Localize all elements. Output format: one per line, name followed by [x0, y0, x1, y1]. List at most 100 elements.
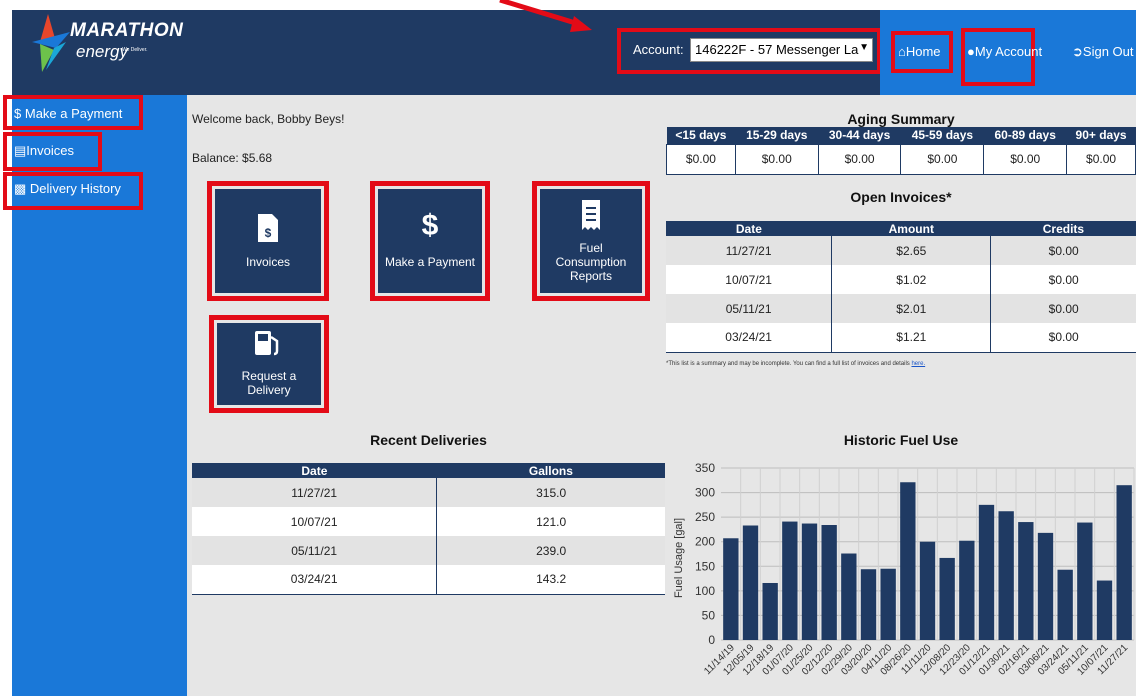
- chart-bar: [821, 525, 837, 640]
- aging-summary-title: Aging Summary: [847, 111, 955, 127]
- sidebar-item-delivery-history[interactable]: ▩ Delivery History: [14, 181, 121, 197]
- marathon-energy-logo[interactable]: MARATHON energy We Deliver.: [20, 12, 183, 74]
- tile-label: Make a Payment: [384, 255, 476, 269]
- aging-value: $0.00: [900, 143, 985, 175]
- sidebar-item-label: Make a Payment: [24, 106, 123, 121]
- dollar-icon: $: [14, 106, 22, 121]
- account-select-value: 146222F - 57 Messenger La: [695, 42, 859, 57]
- chart-y-tick-label: 150: [695, 559, 715, 573]
- tile-label-line2: Consumption: [555, 255, 627, 269]
- tile-label-line1: Request a: [241, 369, 297, 383]
- tile-fuel-consumption-reports[interactable]: Fuel Consumption Reports: [540, 189, 642, 293]
- chart-bar: [1116, 485, 1132, 640]
- invoices-footnote: *This list is a summary and may be incom…: [666, 361, 925, 367]
- open-invoices-title: Open Invoices*: [850, 189, 952, 205]
- chart-bar: [1096, 580, 1113, 640]
- sidebar-item-make-payment[interactable]: $ Make a Payment: [14, 106, 122, 121]
- chevron-down-icon: ▼: [859, 42, 869, 53]
- table-row[interactable]: 03/24/21 $1.21 $0.00: [666, 323, 1136, 352]
- nav-home-link[interactable]: ⌂Home: [898, 44, 941, 59]
- chart-bar: [959, 540, 975, 640]
- deliveries-header-row: Date Gallons: [192, 463, 665, 478]
- logo-flame-icon: [32, 14, 70, 72]
- invoice-icon: ▤: [14, 143, 27, 158]
- dollar-icon: $: [421, 209, 439, 242]
- recent-deliveries-title: Recent Deliveries: [370, 432, 487, 448]
- tile-make-payment[interactable]: $ Make a Payment: [378, 189, 482, 293]
- table-row[interactable]: 03/24/21 143.2: [192, 565, 665, 594]
- chart-y-label: Fuel Usage [gal]: [673, 518, 685, 598]
- table-row[interactable]: 05/11/21 239.0: [192, 536, 665, 565]
- user-gear-icon: ●: [967, 44, 975, 59]
- aging-header: <15 days: [666, 127, 736, 144]
- invoice-date: 10/07/21: [666, 265, 833, 294]
- chart-y-tick-label: 0: [708, 633, 715, 647]
- column-header: Credits: [990, 221, 1136, 236]
- nav-my-account-label: My Account: [974, 44, 1043, 59]
- aging-header-row: <15 days 15-29 days 30-44 days 45-59 day…: [666, 127, 1136, 144]
- annotation-arrow-icon: [499, 0, 592, 32]
- table-row[interactable]: 10/07/21 $1.02 $0.00: [666, 265, 1136, 294]
- chart-y-tick-label: 300: [695, 486, 715, 500]
- chart-title: Historic Fuel Use: [843, 432, 959, 448]
- aging-header: 45-59 days: [900, 127, 984, 144]
- column-header: Gallons: [436, 463, 665, 478]
- aging-value: $0.00: [983, 143, 1068, 175]
- receipt-icon: [582, 200, 600, 230]
- tile-label-line2: Delivery: [247, 383, 291, 397]
- aging-summary-table: <15 days 15-29 days 30-44 days 45-59 day…: [666, 127, 1136, 175]
- chart-bar: [919, 541, 936, 640]
- chart-bar: [1018, 522, 1034, 640]
- gas-pump-icon: [255, 331, 279, 356]
- delivery-gallons: 143.2: [536, 572, 567, 587]
- sidebar-item-invoices[interactable]: ▤Invoices: [14, 143, 74, 159]
- invoice-date: 03/24/21: [666, 323, 833, 352]
- account-select[interactable]: 146222F - 57 Messenger La ▼: [690, 38, 873, 62]
- invoice-amount: $1.21: [831, 323, 992, 352]
- chart-y-tick-label: 350: [695, 461, 715, 475]
- footnote-link[interactable]: here.: [911, 361, 925, 367]
- welcome-text: Welcome back, Bobby Beys!: [192, 112, 345, 126]
- logo-sub: energy: [76, 42, 128, 61]
- chart-bar: [1057, 569, 1073, 640]
- chart-bar: [801, 523, 818, 640]
- logo-tagline: We Deliver.: [122, 47, 148, 53]
- chart-bar: [1037, 532, 1054, 640]
- svg-text:$: $: [265, 226, 272, 240]
- aging-header: 90+ days: [1066, 127, 1136, 144]
- chart-bar: [762, 582, 778, 640]
- table-row[interactable]: 11/27/21 $2.65 $0.00: [666, 236, 1136, 265]
- table-row[interactable]: 11/27/21 315.0: [192, 478, 665, 507]
- chart-bar: [978, 504, 995, 640]
- account-label: Account:: [633, 42, 684, 57]
- table-row[interactable]: 10/07/21 121.0: [192, 507, 665, 536]
- chart-bar: [998, 511, 1014, 640]
- chart-bar: [880, 568, 896, 640]
- nav-sign-out-link[interactable]: ➲Sign Out: [1072, 44, 1134, 60]
- chart-bar: [782, 521, 798, 640]
- table-row[interactable]: 05/11/21 $2.01 $0.00: [666, 294, 1136, 323]
- sidebar-item-label: Delivery History: [29, 181, 121, 196]
- home-icon: ⌂: [898, 44, 906, 59]
- aging-value: $0.00: [666, 143, 736, 175]
- chart-bar: [860, 569, 877, 640]
- invoice-credits: $0.00: [1048, 272, 1079, 287]
- column-header: Date: [666, 221, 832, 236]
- nav-my-account-link[interactable]: ●My Account: [967, 44, 1042, 59]
- sidebar-item-label: Invoices: [26, 143, 74, 158]
- invoice-amount: $1.02: [831, 265, 992, 294]
- truck-icon: ▩: [14, 181, 27, 196]
- chart-bar: [1077, 522, 1093, 640]
- aging-value: $0.00: [734, 143, 819, 175]
- delivery-date: 05/11/21: [192, 536, 438, 565]
- aging-header: 15-29 days: [735, 127, 819, 144]
- tile-invoices[interactable]: $ Invoices: [215, 189, 321, 293]
- chart-bar: [900, 482, 916, 640]
- recent-deliveries-table: Date Gallons 11/27/21 315.0 10/07/21 121…: [192, 463, 665, 595]
- open-invoices-table: Date Amount Credits 11/27/21 $2.65 $0.00…: [666, 221, 1136, 353]
- sign-out-icon: ➲: [1072, 44, 1083, 59]
- balance-text: Balance: $5.68: [192, 151, 273, 165]
- delivery-gallons: 121.0: [536, 514, 567, 529]
- tile-request-delivery[interactable]: Request a Delivery: [217, 323, 321, 405]
- nav-home-label: Home: [905, 44, 941, 59]
